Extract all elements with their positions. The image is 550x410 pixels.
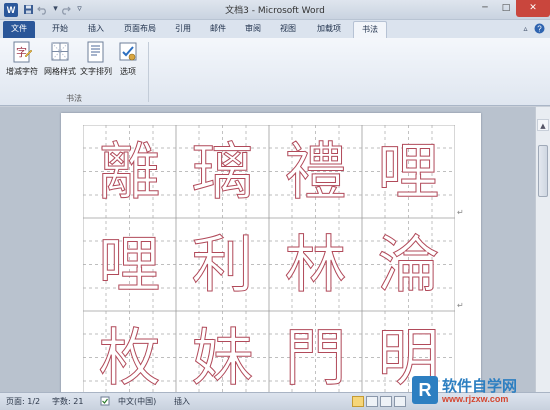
grid-char: 離: [98, 135, 161, 208]
grid-char: 淪: [377, 228, 440, 301]
vertical-scrollbar[interactable]: ▲: [535, 107, 550, 392]
page-indicator[interactable]: 页面: 1/2: [6, 396, 40, 407]
tab-references[interactable]: 引用: [168, 21, 198, 38]
options-button[interactable]: 选项: [114, 40, 142, 88]
add-remove-chars-label: 增减字符: [6, 67, 38, 76]
web-layout-view-button[interactable]: [380, 396, 392, 407]
maximize-button[interactable]: □: [496, 0, 516, 17]
tab-page-layout[interactable]: 页面布局: [115, 21, 165, 38]
grid-style-label: 网格样式: [44, 67, 76, 76]
proofing-icon[interactable]: [100, 396, 110, 408]
document-area[interactable]: 離 璃 禮 哩 哩 利 林 淪 枚 妹 門 明 ↵ ↵: [0, 107, 535, 392]
tab-home[interactable]: 开始: [43, 21, 77, 38]
text-arrange-icon: [85, 40, 107, 64]
text-arrange-label: 文字排列: [80, 67, 112, 76]
tab-file[interactable]: 文件: [3, 21, 35, 38]
svg-text:?: ?: [537, 25, 542, 34]
grid-char: 門: [284, 321, 347, 392]
ribbon-group-separator: [148, 42, 149, 102]
grid-char: 哩: [98, 228, 161, 301]
grid-char: 哩: [377, 135, 440, 208]
outline-view-button[interactable]: [394, 396, 406, 407]
paragraph-mark: ↵: [457, 301, 464, 310]
tab-calligraphy[interactable]: 书法: [353, 21, 387, 38]
ribbon-panel: 字 增减字符 网格样式 文字排列 选项 书法: [0, 38, 550, 106]
tab-review[interactable]: 审阅: [237, 21, 269, 38]
options-label: 选项: [120, 67, 136, 76]
add-remove-chars-icon: 字: [11, 40, 33, 64]
tab-add-ins[interactable]: 加载项: [308, 21, 350, 38]
options-icon: [117, 40, 139, 64]
tab-insert[interactable]: 插入: [80, 21, 112, 38]
grid-style-button[interactable]: 网格样式: [42, 40, 78, 88]
tab-view[interactable]: 视图: [272, 21, 304, 38]
title-bar: W ▾ ▿ 文档3 - Microsoft Word ─ □ ✕: [0, 0, 550, 20]
watermark-name: 软件自学网: [442, 377, 518, 395]
watermark-url: www.rjzxw.com: [442, 394, 509, 404]
window-title: 文档3 - Microsoft Word: [225, 6, 325, 16]
text-arrange-button[interactable]: 文字排列: [80, 40, 112, 88]
ribbon-group-label: 书法: [66, 94, 82, 103]
scrollbar-thumb[interactable]: [538, 145, 548, 197]
document-page[interactable]: 離 璃 禮 哩 哩 利 林 淪 枚 妹 門 明 ↵ ↵: [61, 113, 481, 392]
grid-char: 枚: [98, 321, 161, 392]
tab-mailings[interactable]: 邮件: [202, 21, 234, 38]
grid-char: 禮: [284, 135, 347, 208]
grid-char: 璃: [191, 135, 254, 208]
insert-mode[interactable]: 插入: [174, 396, 190, 407]
watermark-logo: R: [412, 376, 438, 404]
paragraph-mark: ↵: [457, 208, 464, 217]
minimize-button[interactable]: ─: [474, 0, 496, 17]
grid-char: 妹: [191, 321, 254, 392]
language-indicator[interactable]: 中文(中国): [118, 396, 156, 407]
svg-text:字: 字: [16, 45, 27, 59]
ribbon-tabs: 文件 开始 插入 页面布局 引用 邮件 审阅 视图 加载项 书法 ▵ ?: [0, 20, 550, 38]
grid-char: 林: [284, 228, 347, 301]
site-watermark: R 软件自学网 www.rjzxw.com: [410, 374, 550, 408]
close-button[interactable]: ✕: [516, 0, 550, 17]
minimize-ribbon-icon[interactable]: ▵: [520, 23, 531, 34]
word-count[interactable]: 字数: 21: [52, 396, 83, 407]
full-screen-view-button[interactable]: [366, 396, 378, 407]
help-icon[interactable]: ?: [534, 23, 545, 34]
grid-char: 利: [191, 228, 254, 301]
grid-style-icon: [49, 40, 71, 64]
add-remove-chars-button[interactable]: 字 增减字符: [4, 40, 40, 88]
print-layout-view-button[interactable]: [352, 396, 364, 407]
scroll-up-icon[interactable]: ▲: [537, 119, 549, 131]
